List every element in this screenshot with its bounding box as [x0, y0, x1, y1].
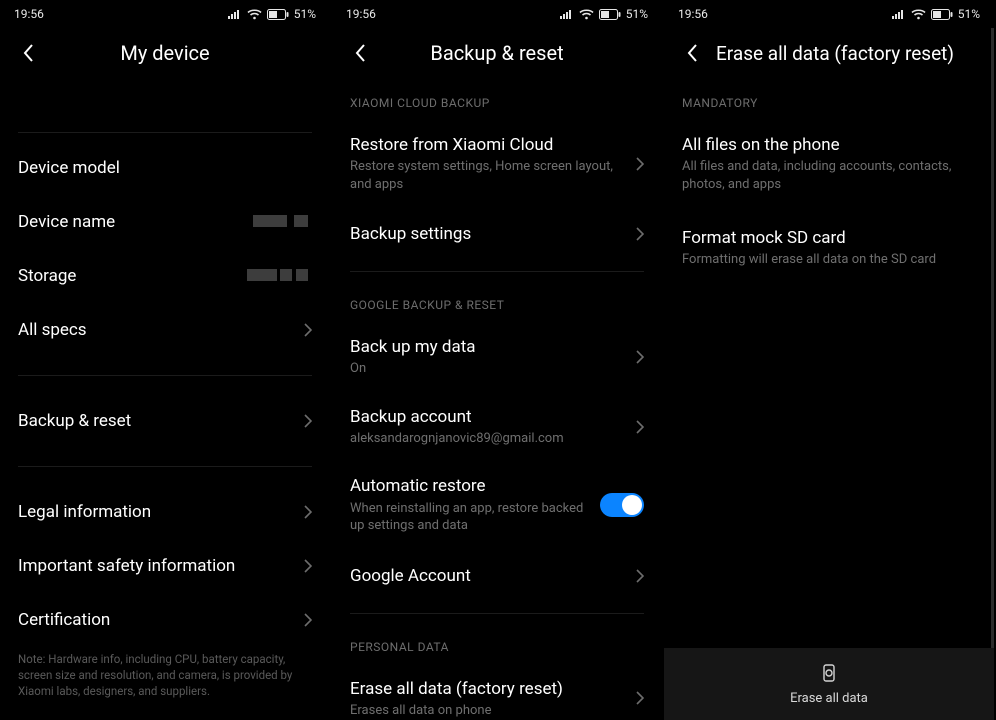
- row-erase-all-data[interactable]: Erase all data (factory reset) Erases al…: [332, 664, 662, 720]
- row-sub: Erases all data on phone: [350, 702, 628, 720]
- row-certification[interactable]: Certification: [0, 593, 330, 647]
- back-button[interactable]: [680, 41, 704, 65]
- battery-percent: 51%: [958, 7, 980, 21]
- row-legal-info[interactable]: Legal information: [0, 485, 330, 539]
- row-device-name[interactable]: Device name: [0, 195, 330, 249]
- chevron-right-icon: [636, 569, 644, 583]
- chevron-right-icon: [636, 227, 644, 241]
- erase-button-label: Erase all data: [790, 691, 868, 706]
- status-time: 19:56: [346, 7, 376, 21]
- row-label: Restore from Xiaomi Cloud: [350, 134, 628, 156]
- signal-icon: [892, 9, 906, 19]
- page-title: Erase all data (factory reset): [716, 42, 978, 65]
- chevron-right-icon: [636, 420, 644, 434]
- section-header-personal: PERSONAL DATA: [332, 622, 662, 664]
- row-device-model[interactable]: Device model: [0, 141, 330, 195]
- battery-percent: 51%: [626, 7, 648, 21]
- status-time: 19:56: [14, 7, 44, 21]
- back-button[interactable]: [348, 41, 372, 65]
- panel-backup-reset: 19:56 51% Backup & reset XIAOMI CLOUD BA…: [332, 0, 664, 720]
- phone-reset-icon: [819, 663, 839, 687]
- row-label: Back up my data: [350, 336, 628, 358]
- row-backup-my-data[interactable]: Back up my data On: [332, 322, 662, 392]
- row-label: Erase all data (factory reset): [350, 678, 628, 700]
- chevron-right-icon: [636, 350, 644, 364]
- row-label: Device model: [18, 157, 308, 179]
- row-all-files[interactable]: All files on the phone All files and dat…: [664, 120, 994, 207]
- page-title: My device: [40, 41, 290, 65]
- row-label: All specs: [18, 319, 296, 341]
- chevron-right-icon: [636, 157, 644, 171]
- row-label: Storage: [18, 265, 247, 287]
- battery-icon: [599, 9, 621, 20]
- toggle-automatic-restore[interactable]: [600, 493, 644, 517]
- status-bar: 19:56 51%: [332, 0, 662, 28]
- page-title: Backup & reset: [372, 41, 622, 65]
- chevron-right-icon: [304, 414, 312, 428]
- battery-icon: [931, 9, 953, 20]
- wifi-icon: [579, 9, 594, 20]
- row-all-specs[interactable]: All specs: [0, 303, 330, 357]
- row-label: Important safety information: [18, 555, 296, 577]
- row-storage[interactable]: Storage: [0, 249, 330, 303]
- header: Backup & reset: [332, 28, 662, 78]
- erase-all-data-button[interactable]: Erase all data: [664, 648, 994, 720]
- row-label: All files on the phone: [682, 134, 976, 156]
- signal-icon: [560, 9, 574, 19]
- wifi-icon: [247, 9, 262, 20]
- header: Erase all data (factory reset): [664, 28, 994, 78]
- battery-percent: 51%: [294, 7, 316, 21]
- row-format-sd[interactable]: Format mock SD card Formatting will eras…: [664, 207, 994, 283]
- panel-my-device: 19:56 51% My device Device model D: [0, 0, 332, 720]
- row-safety-info[interactable]: Important safety information: [0, 539, 330, 593]
- row-sub: All files and data, including accounts, …: [682, 158, 976, 193]
- chevron-right-icon: [304, 323, 312, 337]
- status-time: 19:56: [678, 7, 708, 21]
- row-sub: On: [350, 360, 628, 378]
- row-sub: Formatting will erase all data on the SD…: [682, 251, 976, 269]
- row-sub: When reinstalling an app, restore backed…: [350, 500, 592, 535]
- row-backup-account[interactable]: Backup account aleksandarognjanovic89@gm…: [332, 392, 662, 462]
- chevron-right-icon: [304, 613, 312, 627]
- status-bar: 19:56 51%: [0, 0, 330, 28]
- signal-icon: [228, 9, 242, 19]
- scroll-indicator: [991, 28, 994, 648]
- status-bar: 19:56 51%: [664, 0, 994, 28]
- row-restore-xiaomi-cloud[interactable]: Restore from Xiaomi Cloud Restore system…: [332, 120, 662, 207]
- section-header-xiaomi: XIAOMI CLOUD BACKUP: [332, 78, 662, 120]
- row-label: Certification: [18, 609, 296, 631]
- row-value-redacted: [253, 213, 312, 231]
- chevron-right-icon: [304, 505, 312, 519]
- chevron-right-icon: [636, 691, 644, 705]
- row-sub: Restore system settings, Home screen lay…: [350, 158, 628, 193]
- row-sub: aleksandarognjanovic89@gmail.com: [350, 430, 628, 448]
- row-google-account[interactable]: Google Account: [332, 549, 662, 603]
- header: My device: [0, 28, 330, 78]
- chevron-right-icon: [304, 559, 312, 573]
- row-value-redacted: [247, 267, 312, 285]
- row-backup-reset[interactable]: Backup & reset: [0, 394, 330, 448]
- battery-icon: [267, 9, 289, 20]
- row-backup-settings[interactable]: Backup settings: [332, 207, 662, 261]
- row-label: Backup & reset: [18, 410, 296, 432]
- row-label: Device name: [18, 211, 253, 233]
- row-automatic-restore[interactable]: Automatic restore When reinstalling an a…: [332, 461, 662, 548]
- panel-erase-all-data: 19:56 51% Erase all data (factory reset)…: [664, 0, 996, 720]
- row-label: Backup account: [350, 406, 628, 428]
- footer-note: Note: Hardware info, including CPU, batt…: [0, 647, 330, 699]
- row-label: Google Account: [350, 565, 628, 587]
- row-label: Backup settings: [350, 223, 628, 245]
- section-header-google: GOOGLE BACKUP & RESET: [332, 280, 662, 322]
- row-label: Automatic restore: [350, 475, 592, 497]
- back-button[interactable]: [16, 41, 40, 65]
- row-label: Legal information: [18, 501, 296, 523]
- row-label: Format mock SD card: [682, 227, 976, 249]
- section-header-mandatory: MANDATORY: [664, 78, 994, 120]
- wifi-icon: [911, 9, 926, 20]
